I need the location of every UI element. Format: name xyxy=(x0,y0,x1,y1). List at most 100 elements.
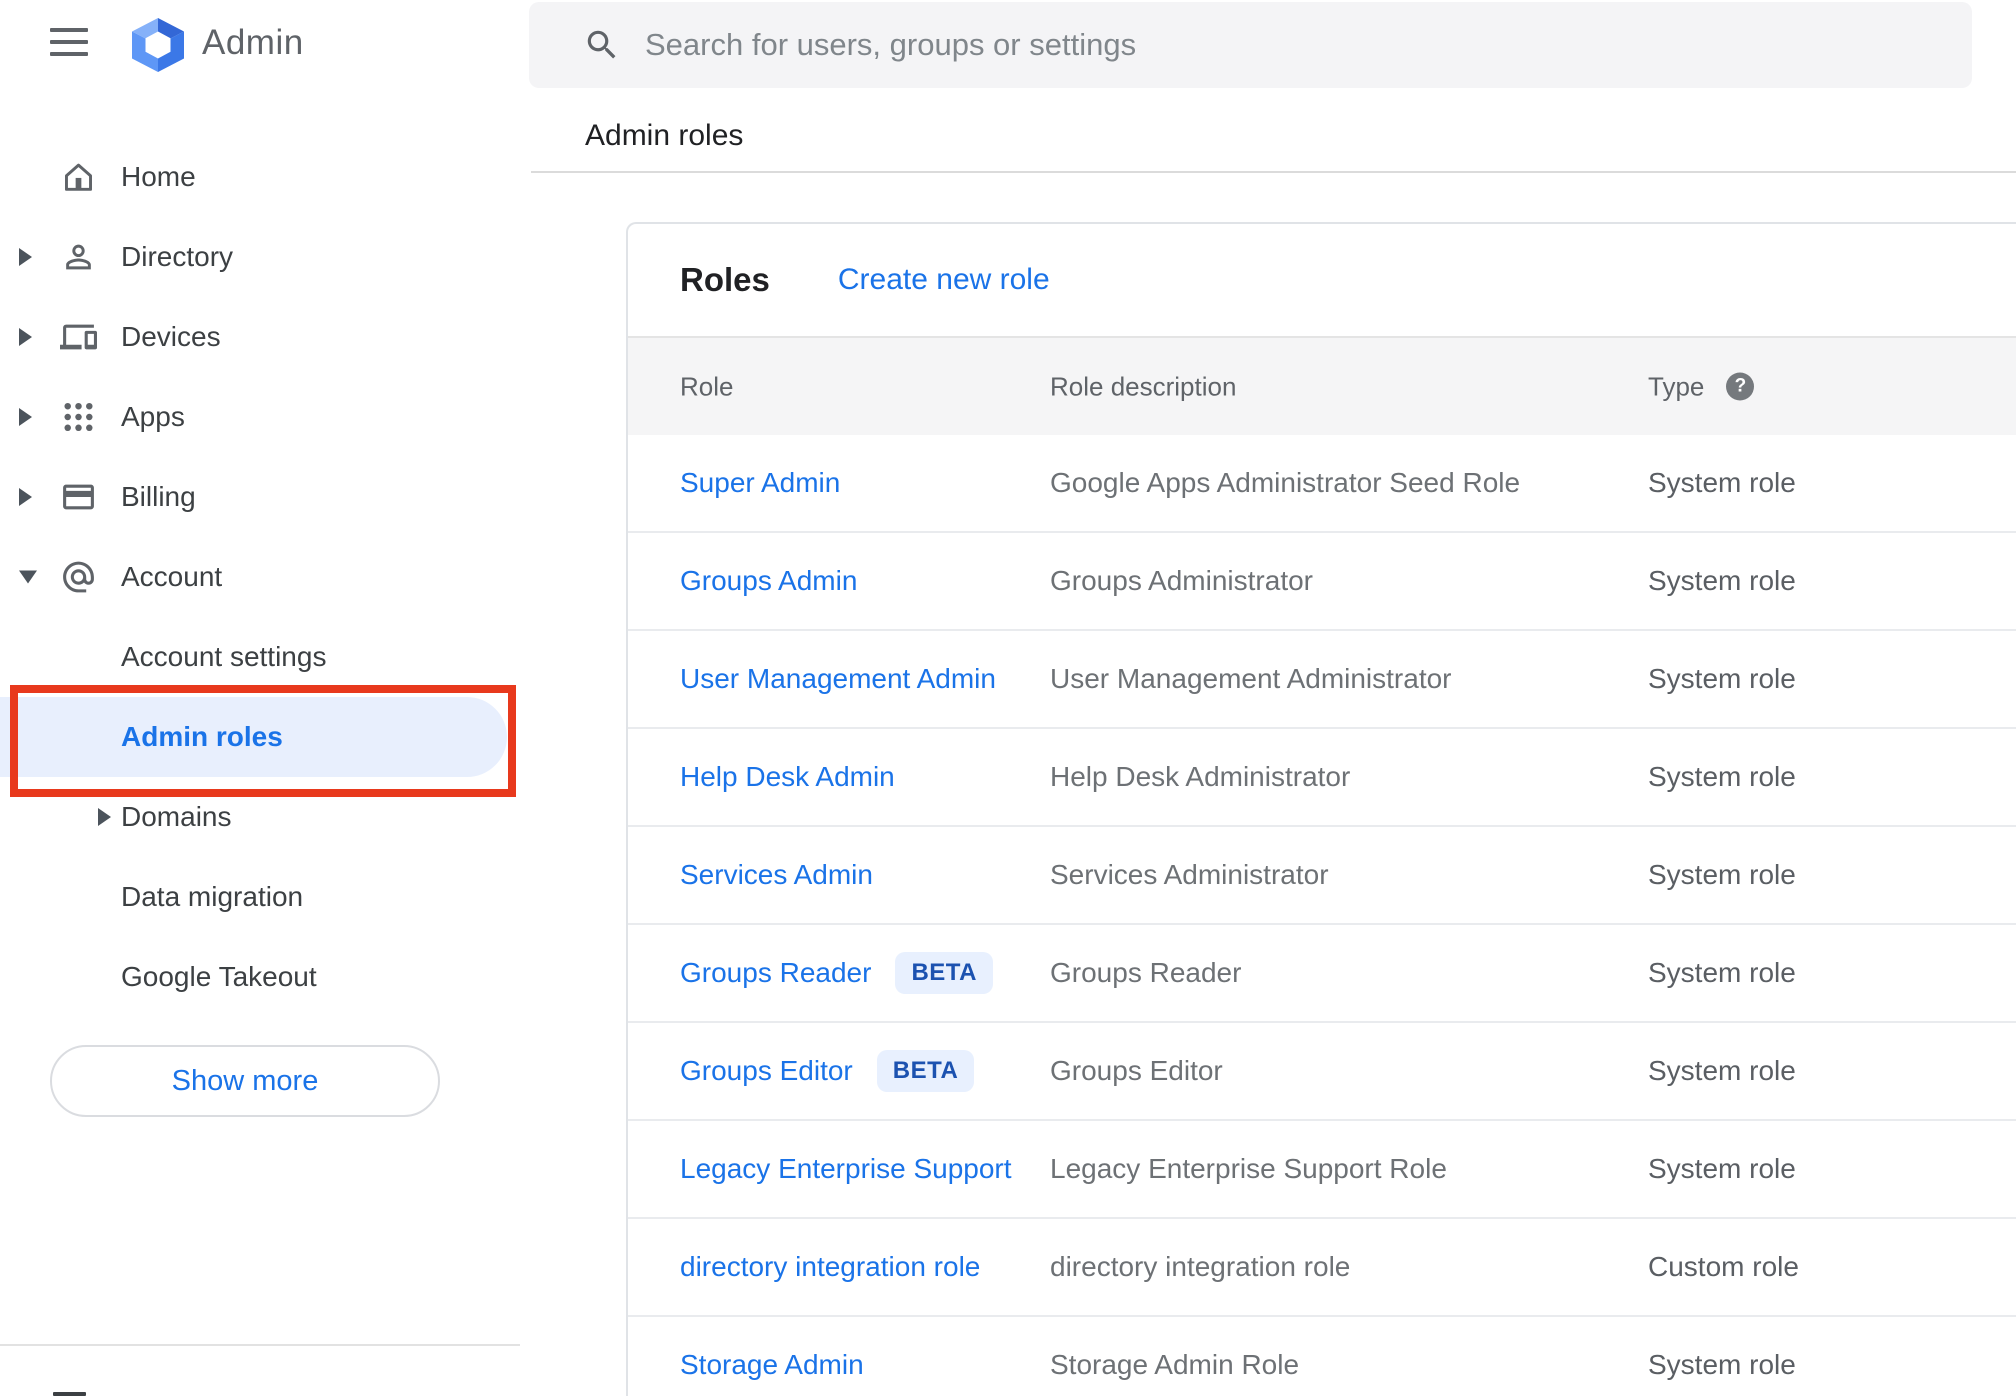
role-description-cell: Legacy Enterprise Support Role xyxy=(1050,1153,1447,1184)
chevron-right-icon[interactable] xyxy=(19,408,32,426)
create-new-role-link[interactable]: Create new role xyxy=(838,263,1050,297)
search-placeholder: Search for users, groups or settings xyxy=(645,27,1137,62)
role-type-cell: System role xyxy=(1648,663,1796,694)
role-description-cell: User Management Administrator xyxy=(1050,663,1452,694)
role-cell: Groups Reader BETA xyxy=(680,952,993,994)
sidebar-item-label: Billing xyxy=(121,481,196,512)
role-link[interactable]: Super Admin xyxy=(680,467,840,499)
role-description-cell: Storage Admin Role xyxy=(1050,1349,1300,1380)
admin-logo-icon xyxy=(132,18,184,72)
breadcrumb: Admin roles xyxy=(585,119,744,152)
table-row: Groups Reader BETA Groups Reader System rol… xyxy=(628,925,2016,1023)
table-row: Groups Admin Groups Administrator System r… xyxy=(628,533,2016,631)
sidebar-item-account[interactable]: Account xyxy=(0,537,531,617)
partial-sidebar-icon xyxy=(53,1392,86,1396)
help-icon[interactable]: ? xyxy=(1726,372,1755,401)
role-link[interactable]: directory integration role xyxy=(680,1251,980,1283)
menu-hamburger-icon[interactable] xyxy=(50,28,88,56)
app-title: Admin xyxy=(202,23,304,62)
role-description-cell: Services Administrator xyxy=(1050,859,1329,890)
role-cell: Services Admin xyxy=(680,859,873,891)
role-type-cell: System role xyxy=(1648,1153,1796,1184)
person-icon xyxy=(60,239,97,276)
show-more-label: Show more xyxy=(171,1064,319,1097)
table-row: Super Admin Google Apps Administrator See… xyxy=(628,435,2016,533)
role-link[interactable]: Groups Editor xyxy=(680,1055,853,1087)
role-link[interactable]: Groups Reader xyxy=(680,957,871,989)
chevron-right-icon[interactable] xyxy=(98,808,111,826)
home-icon xyxy=(60,159,97,196)
column-header-role: Role xyxy=(680,371,734,401)
role-cell: Legacy Enterprise Support xyxy=(680,1153,1012,1185)
role-type-cell: Custom role xyxy=(1648,1251,1799,1282)
sidebar-item-billing[interactable]: Billing xyxy=(0,457,531,537)
chevron-right-icon[interactable] xyxy=(19,488,32,506)
role-link[interactable]: Help Desk Admin xyxy=(680,761,895,793)
role-cell: directory integration role xyxy=(680,1251,980,1283)
role-link[interactable]: Services Admin xyxy=(680,859,873,891)
role-type-cell: System role xyxy=(1648,467,1796,498)
role-cell: Help Desk Admin xyxy=(680,761,895,793)
sidebar-item-devices[interactable]: Devices xyxy=(0,297,531,377)
sidebar-item-admin-roles[interactable]: Admin roles xyxy=(0,697,507,777)
table-header-row: Role Role description Type ? xyxy=(628,336,2016,435)
sidebar: Home Directory Devices Apps Billing Account Ac… xyxy=(0,137,531,1017)
roles-table-body: Super Admin Google Apps Administrator See… xyxy=(628,435,2016,1396)
sidebar-item-label: Google Takeout xyxy=(121,961,317,992)
beta-badge: BETA xyxy=(895,952,993,994)
role-link[interactable]: Legacy Enterprise Support xyxy=(680,1153,1012,1185)
sidebar-item-label: Account settings xyxy=(121,641,327,672)
table-row: Legacy Enterprise Support Legacy Enterpri… xyxy=(628,1121,2016,1219)
search-icon xyxy=(587,30,616,59)
sidebar-item-label: Data migration xyxy=(121,881,304,912)
beta-badge: BETA xyxy=(876,1050,975,1092)
role-link[interactable]: User Management Admin xyxy=(680,663,996,695)
sidebar-item-google-takeout[interactable]: Google Takeout xyxy=(0,937,531,1017)
role-link[interactable]: Groups Admin xyxy=(680,565,857,597)
role-cell: User Management Admin xyxy=(680,663,996,695)
role-cell: Storage Admin xyxy=(680,1349,864,1381)
roles-card: Roles Create new role Role Role descript… xyxy=(626,222,2016,1396)
header-divider xyxy=(531,171,2016,173)
role-link[interactable]: Storage Admin xyxy=(680,1349,864,1381)
sidebar-item-directory[interactable]: Directory xyxy=(0,217,531,297)
at-email-icon xyxy=(60,559,97,596)
sidebar-item-label: Apps xyxy=(121,401,185,432)
roles-card-header: Roles Create new role xyxy=(628,224,2016,336)
sidebar-item-label: Account xyxy=(121,561,223,592)
table-row: Help Desk Admin Help Desk Administrator Sy… xyxy=(628,729,2016,827)
column-header-type: Type ? xyxy=(1648,371,1755,402)
chevron-right-icon[interactable] xyxy=(19,328,32,346)
search-input[interactable]: Search for users, groups or settings xyxy=(529,2,1972,88)
role-description-cell: Groups Reader xyxy=(1050,957,1242,988)
role-description-cell: Help Desk Administrator xyxy=(1050,761,1351,792)
sidebar-item-data-migration[interactable]: Data migration xyxy=(0,857,531,937)
sidebar-item-apps[interactable]: Apps xyxy=(0,377,531,457)
role-description-cell: Groups Editor xyxy=(1050,1055,1223,1086)
sidebar-item-label: Directory xyxy=(121,241,234,272)
role-cell: Groups Admin xyxy=(680,565,857,597)
apps-icon xyxy=(60,399,97,436)
table-row: Services Admin Services Administrator Syst… xyxy=(628,827,2016,925)
sidebar-item-home[interactable]: Home xyxy=(0,137,531,217)
sidebar-item-label: Admin roles xyxy=(121,721,283,752)
role-type-cell: System role xyxy=(1648,859,1796,890)
chevron-right-icon[interactable] xyxy=(19,248,32,266)
chevron-down-icon[interactable] xyxy=(19,570,37,584)
credit-card-icon xyxy=(60,479,97,516)
table-row: directory integration role directory inte… xyxy=(628,1219,2016,1317)
show-more-button[interactable]: Show more xyxy=(50,1045,440,1117)
sidebar-item-account-settings[interactable]: Account settings xyxy=(0,617,531,697)
role-type-cell: System role xyxy=(1648,957,1796,988)
column-header-description: Role description xyxy=(1050,371,1237,401)
role-description-cell: Groups Administrator xyxy=(1050,565,1313,596)
sidebar-item-domains[interactable]: Domains xyxy=(0,777,531,857)
role-type-cell: System role xyxy=(1648,1055,1796,1086)
sidebar-bottom-divider xyxy=(0,1344,520,1346)
role-cell: Super Admin xyxy=(680,467,840,499)
sidebar-item-label: Devices xyxy=(121,321,221,352)
role-cell: Groups Editor BETA xyxy=(680,1050,975,1092)
devices-icon xyxy=(60,319,97,356)
role-type-cell: System role xyxy=(1648,761,1796,792)
role-description-cell: directory integration role xyxy=(1050,1251,1351,1282)
